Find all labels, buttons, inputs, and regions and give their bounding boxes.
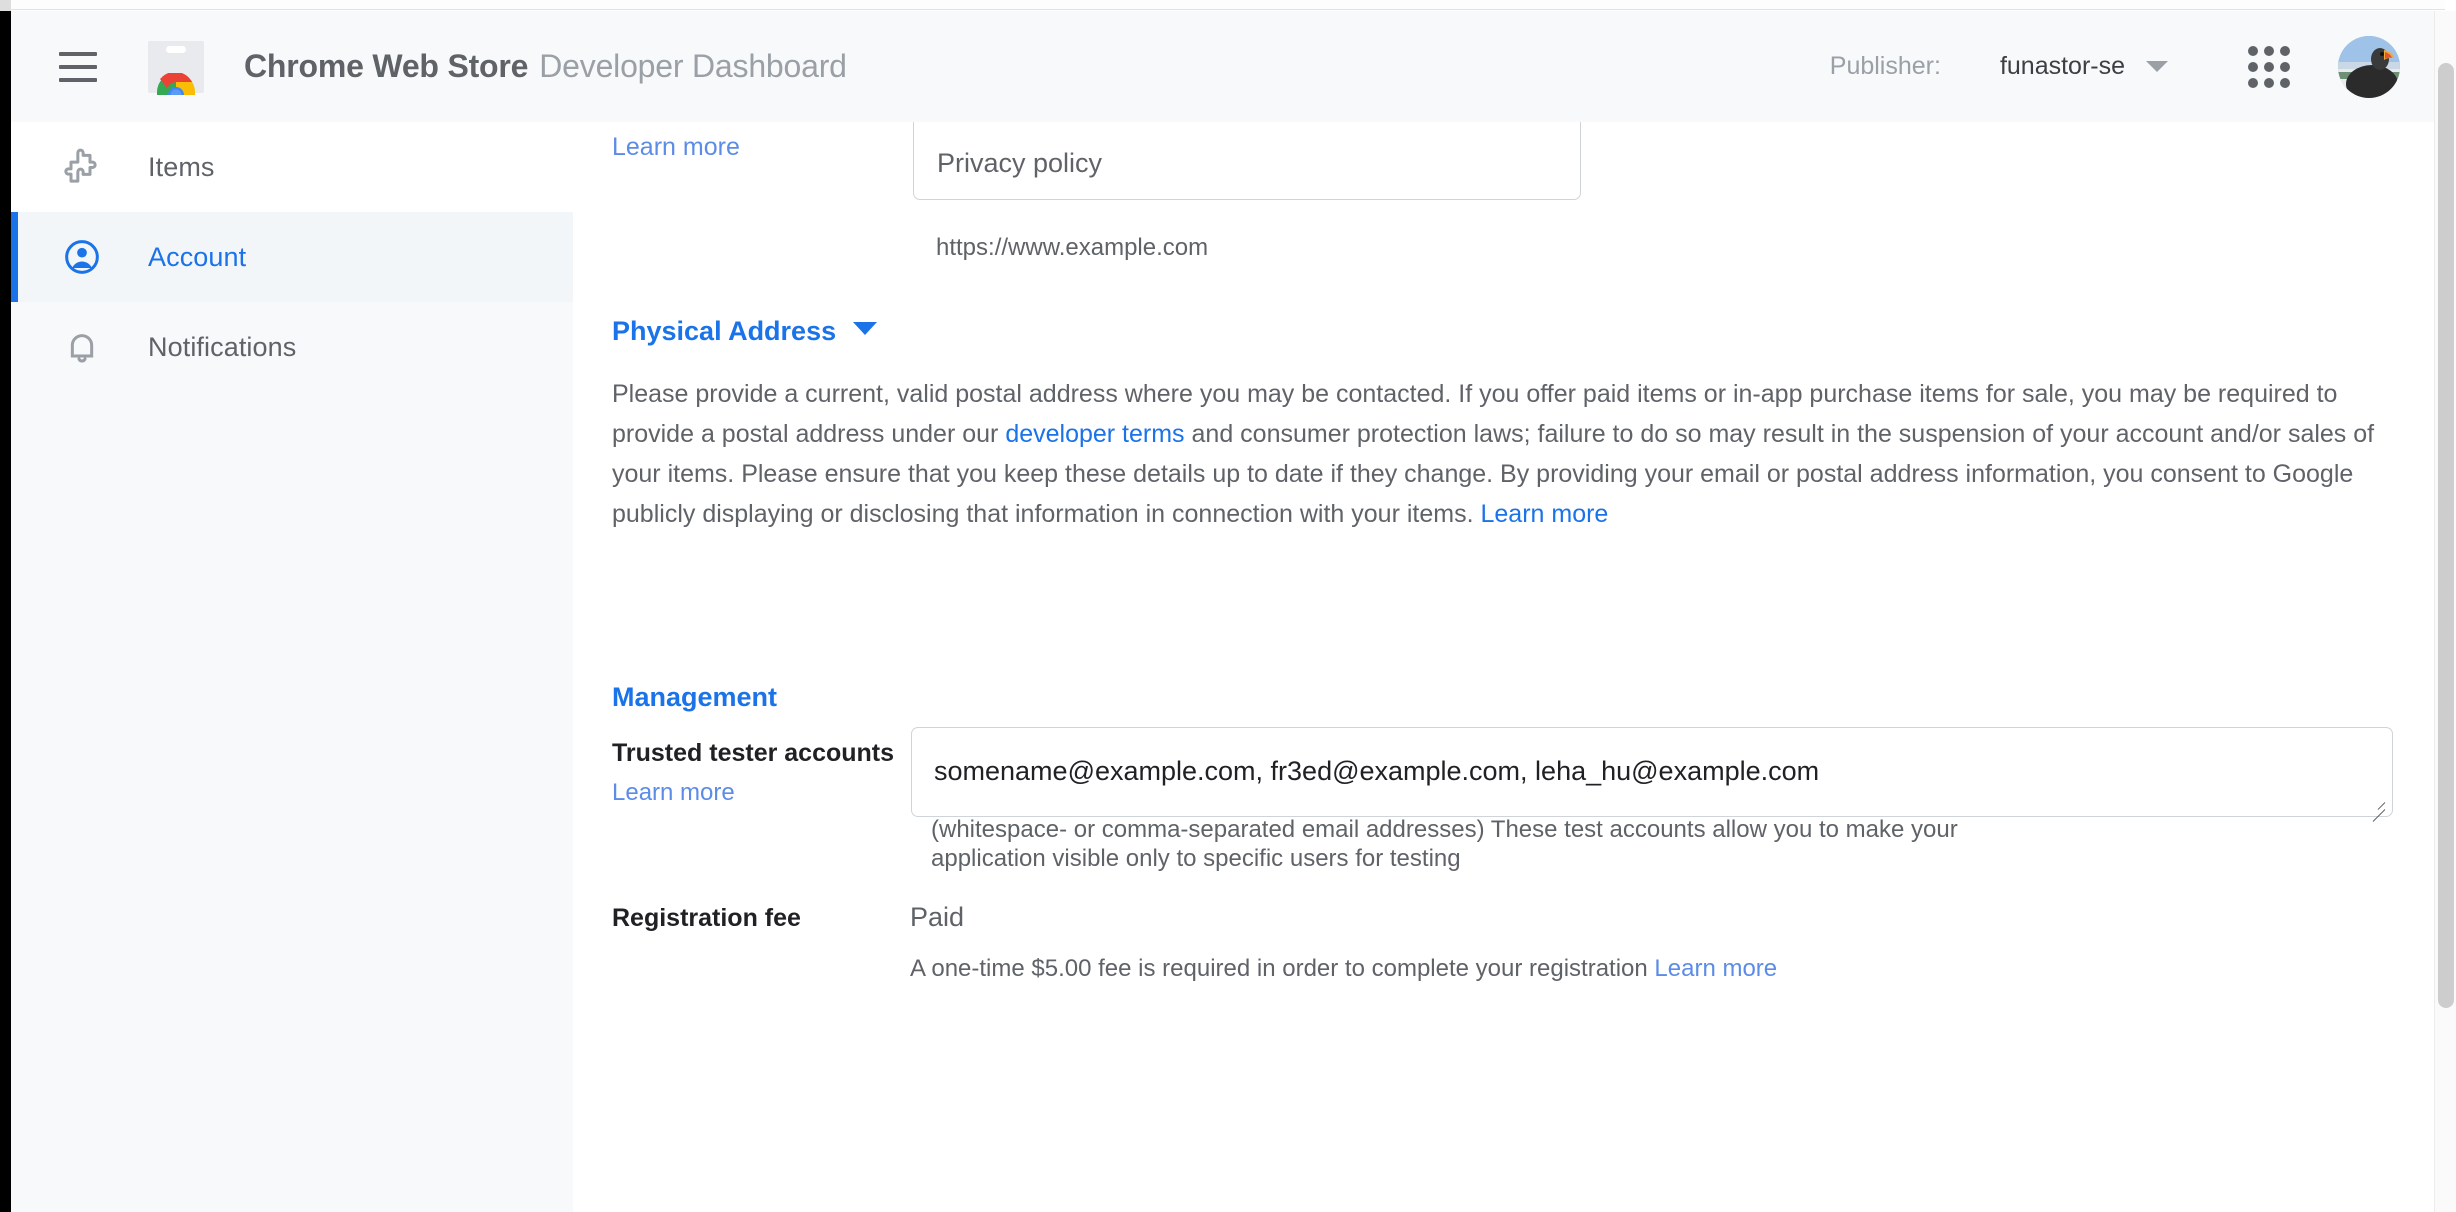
title-primary: Chrome Web Store — [244, 48, 529, 84]
trusted-tester-label: Trusted tester accounts — [612, 739, 895, 767]
chrome-logo-icon — [157, 72, 195, 95]
vertical-scrollbar[interactable] — [2434, 11, 2456, 1212]
window-top-hairline — [11, 0, 2445, 10]
publisher-dropdown[interactable]: funastor-se — [2000, 52, 2168, 81]
apps-dot — [2264, 45, 2274, 56]
developer-terms-link[interactable]: developer terms — [1005, 420, 1184, 448]
physical-address-description: Please provide a current, valid postal a… — [612, 374, 2402, 534]
hamburger-bar — [59, 77, 97, 82]
hamburger-bar — [59, 51, 97, 56]
sidebar-item-label: Notifications — [148, 331, 297, 362]
hamburger-menu-icon[interactable] — [53, 42, 103, 92]
physical-address-heading-text: Physical Address — [612, 316, 837, 346]
privacy-policy-field[interactable]: Privacy policy — [913, 122, 1581, 200]
privacy-policy-helper-text: https://www.example.com — [936, 234, 1209, 261]
apps-dot — [2280, 45, 2290, 56]
chevron-down-icon — [853, 322, 878, 335]
trusted-tester-input[interactable] — [911, 727, 2393, 817]
sidebar-item-label: Account — [148, 241, 247, 272]
sidebar-nav: Items Account Notifications — [11, 122, 573, 1212]
main-content: Learn more Privacy policy https://www.ex… — [573, 122, 2435, 1212]
apps-dot — [2280, 77, 2290, 88]
bag-handle-shape — [166, 45, 186, 53]
apps-dot — [2264, 61, 2274, 72]
publisher-value: funastor-se — [1999, 52, 2125, 80]
physical-address-section-toggle[interactable]: Physical Address — [612, 316, 878, 347]
page-title: Chrome Web Store Developer Dashboard — [244, 48, 847, 85]
registration-fee-label: Registration fee — [612, 904, 801, 932]
privacy-policy-value: Privacy policy — [937, 148, 1103, 178]
scrollbar-thumb[interactable] — [2438, 63, 2454, 1008]
registration-fee-note-text: A one-time $5.00 fee is required in orde… — [910, 955, 1655, 982]
account-circle-icon — [59, 234, 105, 280]
publisher-label: Publisher: — [1829, 52, 1941, 80]
bell-icon — [59, 324, 105, 370]
physical-address-learn-more-link[interactable]: Learn more — [1480, 500, 1608, 528]
apps-dot — [2248, 45, 2258, 56]
sidebar-item-items[interactable]: Items — [11, 122, 573, 212]
apps-dot — [2248, 77, 2258, 88]
trusted-tester-learn-more-link[interactable]: Learn more — [612, 779, 735, 807]
registration-fee-note: A one-time $5.00 fee is required in orde… — [910, 955, 1777, 983]
registration-fee-learn-more-link[interactable]: Learn more — [1654, 955, 1777, 982]
registration-fee-value: Paid — [910, 902, 965, 932]
window-corner-cap — [0, 0, 11, 11]
privacy-learn-more-link[interactable]: Learn more — [612, 133, 740, 162]
window-left-edge — [0, 0, 11, 1212]
sidebar-item-notifications[interactable]: Notifications — [11, 302, 573, 392]
header-actions: Publisher: funastor-se — [1829, 35, 2445, 98]
chevron-down-icon — [2146, 61, 2168, 72]
hamburger-bar — [59, 64, 97, 69]
avatar[interactable] — [2338, 35, 2400, 98]
chrome-web-store-logo[interactable] — [148, 39, 204, 95]
title-secondary: Developer Dashboard — [539, 48, 847, 84]
app-header: Chrome Web Store Developer Dashboard Pub… — [11, 11, 2445, 122]
google-apps-grid-icon[interactable] — [2248, 45, 2290, 88]
app-root: Chrome Web Store Developer Dashboard Pub… — [0, 0, 2456, 1212]
trusted-tester-helper-text: (whitespace- or comma-separated email ad… — [931, 816, 1958, 872]
sidebar-item-label: Items — [148, 151, 215, 182]
apps-dot — [2264, 77, 2274, 88]
puzzle-piece-icon — [59, 144, 105, 190]
apps-dot — [2280, 61, 2290, 72]
management-section-heading[interactable]: Management — [612, 682, 777, 713]
sidebar-item-account[interactable]: Account — [11, 212, 573, 302]
apps-dot — [2248, 61, 2258, 72]
